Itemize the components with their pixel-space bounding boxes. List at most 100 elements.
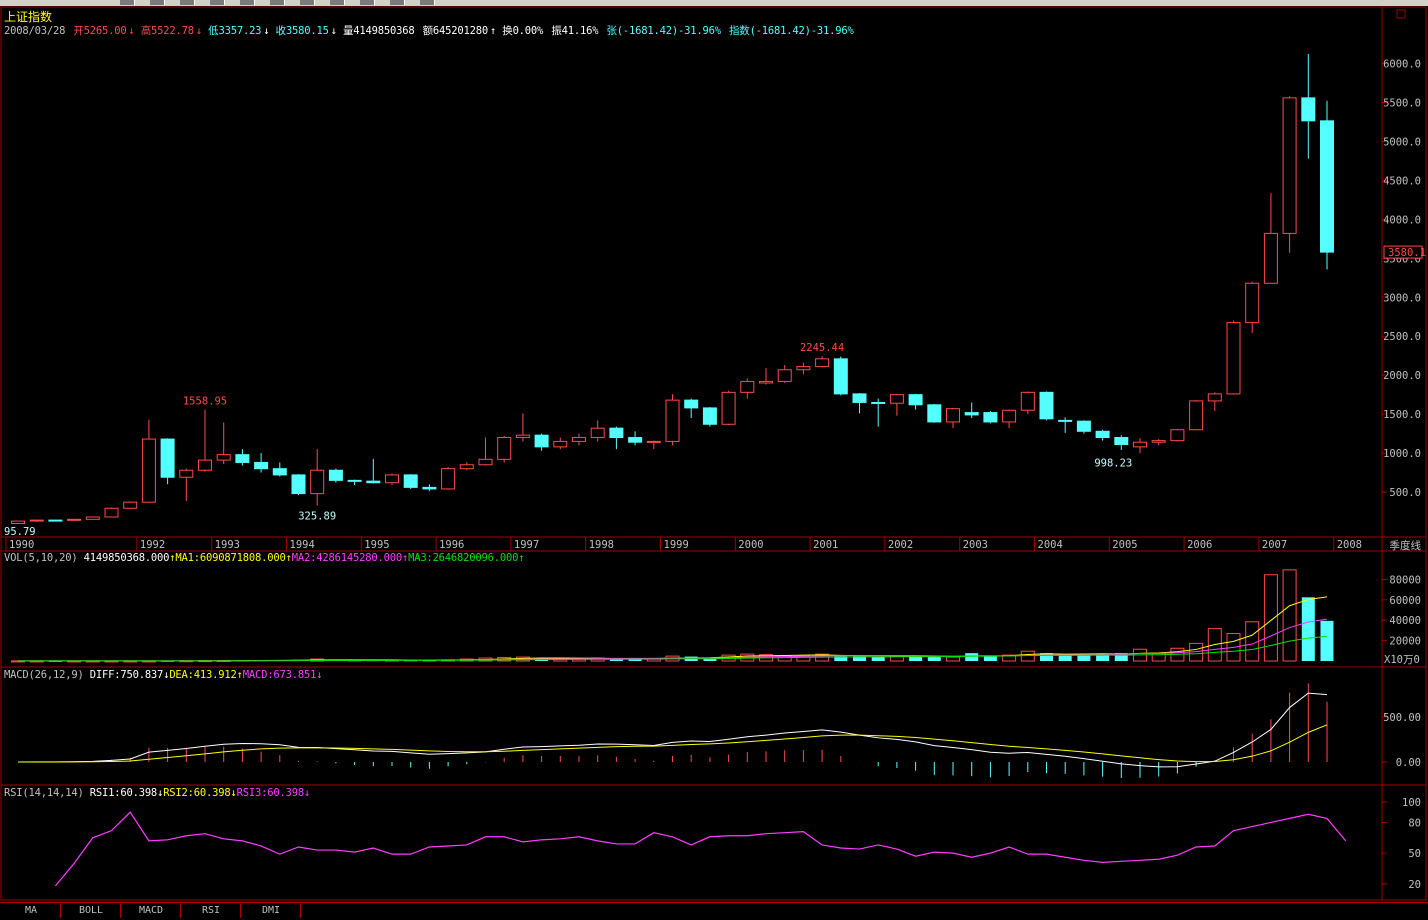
- candle-body: [11, 520, 25, 525]
- candle-body: [310, 469, 325, 495]
- candle-body: [422, 486, 437, 490]
- year-label: 2006: [1187, 539, 1212, 551]
- candle: [85, 516, 100, 520]
- candle-body: [590, 427, 605, 439]
- candle-body: [833, 358, 848, 395]
- candle: [1095, 429, 1110, 441]
- kline-chart[interactable]: 6000.05500.05000.04500.04000.03500.03000…: [0, 0, 1428, 920]
- volume-axis-label: 20000: [1389, 636, 1421, 648]
- tab-boll[interactable]: BOLL: [62, 904, 121, 918]
- quote-close: 收3580.15: [275, 25, 329, 37]
- candle-body: [48, 519, 63, 522]
- candle-body: [1320, 120, 1334, 253]
- price-axis-label: 2500.0: [1383, 331, 1421, 343]
- volume-axis-label: 60000: [1389, 595, 1421, 607]
- year-label: 2007: [1262, 539, 1287, 551]
- volume-unit-label: X10万0: [1384, 654, 1420, 666]
- volume-header: VOL(5,10,20) 4149850368.000↑MA1:60908718…: [4, 552, 525, 564]
- tab-dmi[interactable]: DMI: [242, 904, 301, 918]
- tab-rsi[interactable]: RSI: [182, 904, 241, 918]
- candle-body: [1076, 420, 1091, 432]
- quote-amount: 额645201280: [422, 25, 489, 37]
- candle-body: [1189, 400, 1204, 431]
- candle: [1207, 392, 1222, 412]
- candle: [1301, 53, 1316, 159]
- candle: [964, 402, 979, 419]
- candle-body: [385, 474, 399, 484]
- volume-ma1: MA1:6090871808.000: [175, 552, 286, 564]
- year-label: 1996: [439, 539, 464, 551]
- candle: [796, 362, 811, 375]
- candle: [422, 484, 437, 492]
- year-label: 2001: [813, 539, 838, 551]
- period-label: 季度线: [1390, 539, 1422, 552]
- low-annotation: 998.23: [1094, 457, 1132, 469]
- tab-macd[interactable]: MACD: [122, 904, 181, 918]
- candle: [1170, 428, 1185, 442]
- candle: [572, 433, 586, 446]
- volume-header-name: VOL(5,10,20): [4, 552, 78, 564]
- candle: [759, 368, 773, 385]
- candle-body: [1114, 437, 1129, 446]
- price-axis-label: 5000.0: [1383, 136, 1421, 148]
- candle: [272, 462, 287, 477]
- candle-body: [1020, 391, 1035, 411]
- macd-header-name: MACD(26,12,9): [4, 669, 84, 681]
- candle: [11, 520, 25, 525]
- year-label: 2003: [963, 539, 988, 551]
- volume-bar: [946, 656, 960, 662]
- candle-body: [964, 412, 979, 416]
- candle: [459, 462, 474, 471]
- year-label: 2004: [1038, 539, 1063, 551]
- candle: [702, 407, 717, 427]
- rsi-header-name: RSI(14,14,14): [4, 787, 84, 799]
- quote-index-change: 指数(-1681.42)-31.96%: [728, 25, 854, 37]
- macd-axis-label: 0.00: [1396, 757, 1421, 769]
- volume-ma2: MA2:4286145280.000: [291, 552, 402, 564]
- window-button-icon: [1396, 9, 1406, 19]
- candle: [254, 453, 269, 473]
- quote-turnover: 换0.00%: [502, 25, 544, 37]
- year-label: 1997: [514, 539, 539, 551]
- candle: [983, 411, 998, 424]
- candle: [534, 433, 549, 451]
- volume-bar: [927, 657, 941, 661]
- candle: [1189, 400, 1204, 431]
- candle-body: [946, 408, 960, 423]
- candle-body: [29, 519, 44, 522]
- candle: [515, 413, 530, 442]
- candle-body: [572, 437, 586, 442]
- macd-macd: MACD:673.851: [242, 669, 317, 681]
- candle-body: [852, 393, 867, 403]
- high-annotation: 2245.44: [800, 342, 844, 354]
- candle: [628, 431, 643, 446]
- year-label: 2000: [738, 539, 763, 551]
- chart-frame: [0, 6, 1427, 901]
- price-axis-label: 2000.0: [1383, 370, 1421, 382]
- candle: [403, 474, 418, 489]
- candle: [1320, 100, 1334, 270]
- rsi-rsi2: RSI2:60.398: [163, 787, 231, 799]
- candle-body: [179, 469, 194, 478]
- candle: [235, 449, 250, 466]
- candle: [1151, 439, 1166, 446]
- candle-body: [1002, 409, 1017, 423]
- candle-body: [328, 469, 343, 481]
- candle-body: [983, 412, 998, 423]
- candle-body: [1263, 232, 1278, 284]
- candle: [328, 468, 343, 483]
- rsi-rsi1: RSI1:60.398: [89, 787, 158, 799]
- volume-bar: [1263, 574, 1278, 662]
- tab-ma[interactable]: MA: [2, 904, 61, 918]
- year-label: 2005: [1112, 539, 1137, 551]
- indicator-tabs: MA BOLL MACD RSI DMI: [0, 902, 1428, 919]
- candle: [441, 467, 456, 490]
- candle-body: [927, 404, 942, 423]
- candle: [347, 479, 362, 486]
- volume-axis-label: 40000: [1389, 615, 1421, 627]
- candle: [833, 356, 848, 396]
- candle-body: [104, 507, 119, 518]
- candle: [1002, 409, 1017, 429]
- candle-body: [908, 394, 923, 406]
- rsi-line: [54, 811, 1347, 887]
